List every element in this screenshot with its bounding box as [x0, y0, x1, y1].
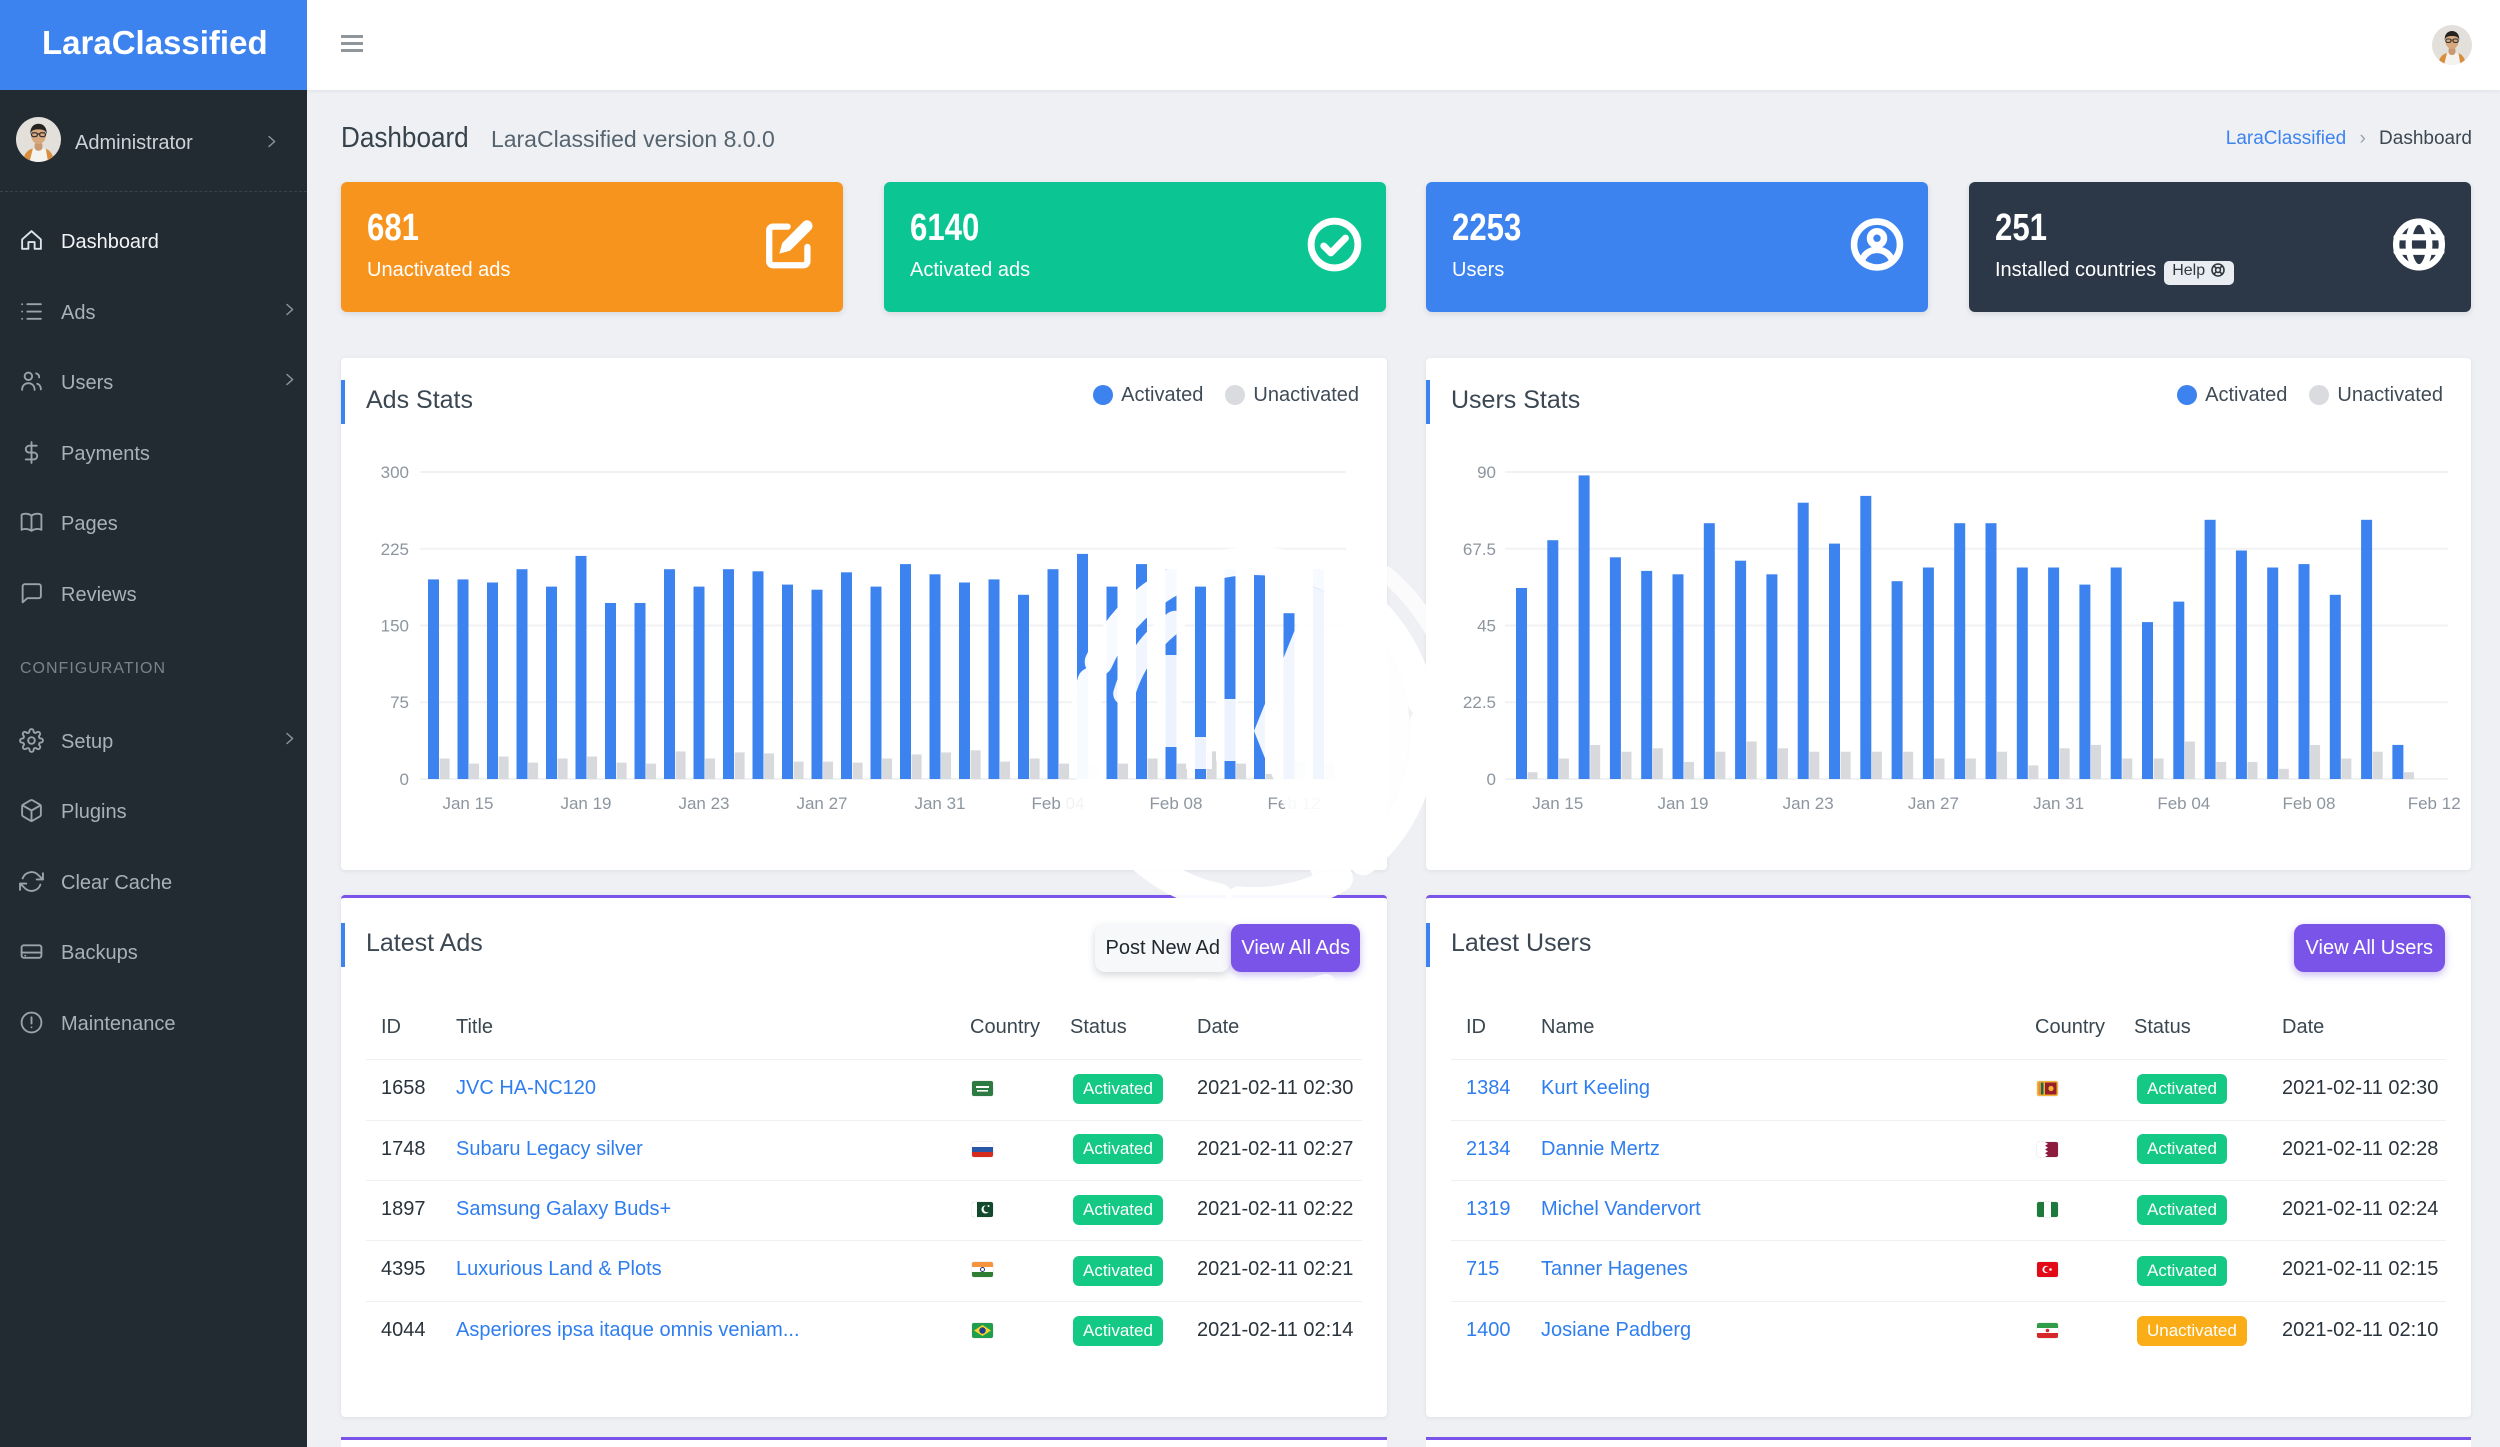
svg-text:75: 75	[390, 693, 409, 712]
svg-text:Jan 15: Jan 15	[442, 794, 493, 813]
svg-text:300: 300	[381, 463, 409, 482]
svg-text:0: 0	[400, 770, 409, 789]
svg-text:Feb 04: Feb 04	[2157, 794, 2210, 813]
svg-text:Feb 12: Feb 12	[2408, 794, 2461, 813]
svg-text:Jan 23: Jan 23	[678, 794, 729, 813]
svg-text:Feb 08: Feb 08	[2283, 794, 2336, 813]
svg-text:Jan 19: Jan 19	[1657, 794, 1708, 813]
svg-text:225: 225	[381, 540, 409, 559]
svg-text:Jan 31: Jan 31	[2033, 794, 2084, 813]
svg-text:Jan 27: Jan 27	[1908, 794, 1959, 813]
svg-text:Jan 19: Jan 19	[560, 794, 611, 813]
svg-text:Jan 27: Jan 27	[796, 794, 847, 813]
svg-text:150: 150	[381, 617, 409, 636]
svg-text:Jan 23: Jan 23	[1783, 794, 1834, 813]
